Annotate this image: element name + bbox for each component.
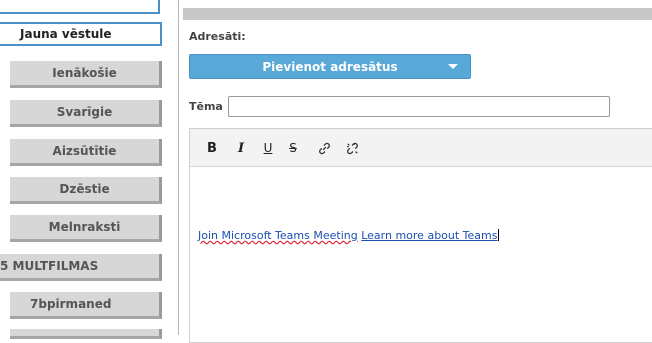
teams-learn-more-link[interactable]: Learn more about Teams xyxy=(361,229,497,242)
sidebar-item-label: Dzēstie xyxy=(59,182,110,196)
new-message-label: Jauna vēstule xyxy=(20,27,112,41)
unlink-icon[interactable] xyxy=(342,138,362,158)
sidebar-item-deleted[interactable]: Dzēstie xyxy=(10,177,162,204)
compose-panel: Adresāti: Pievienot adresātus Tēma B I U… xyxy=(178,0,652,343)
sidebar-item-label: Ienākošie xyxy=(52,66,117,80)
add-recipients-label: Pievienot adresātus xyxy=(262,59,398,74)
link-icon[interactable] xyxy=(314,138,334,158)
chevron-down-icon xyxy=(448,64,458,69)
underline-icon[interactable]: U xyxy=(258,138,278,158)
sidebar-top-tab xyxy=(0,0,160,14)
sidebar-item-partial[interactable] xyxy=(10,329,162,339)
editor-toolbar: B I U S xyxy=(190,129,652,167)
sidebar: Jauna vēstule Ienākošie Svarīgie Aizsūtī… xyxy=(0,0,170,339)
sidebar-item-label: Svarīgie xyxy=(56,105,113,119)
sidebar-item-folder-5-multfilmas[interactable]: 5 MULTFILMAS xyxy=(0,254,162,281)
sidebar-item-important[interactable]: Svarīgie xyxy=(10,100,162,127)
header-bar xyxy=(183,8,652,20)
sidebar-item-label: 7bpirmaned xyxy=(30,297,112,311)
sidebar-item-label: 5 MULTFILMAS xyxy=(0,259,99,273)
recipients-label: Adresāti: xyxy=(189,30,246,43)
new-message-tab[interactable]: Jauna vēstule xyxy=(0,22,162,46)
teams-meeting-link[interactable]: Join Microsoft Teams Meeting xyxy=(198,229,358,242)
bold-icon[interactable]: B xyxy=(202,138,222,158)
sidebar-item-label: Melnraksti xyxy=(48,220,121,234)
sidebar-item-label: Aizsūtītie xyxy=(52,144,117,158)
message-editor[interactable]: B I U S Join Microsoft Teams Meeting Lea… xyxy=(189,128,652,343)
sidebar-item-drafts[interactable]: Melnraksti xyxy=(10,215,162,242)
subject-input[interactable] xyxy=(228,96,610,117)
editor-content[interactable]: Join Microsoft Teams Meeting Learn more … xyxy=(198,229,650,242)
sidebar-item-inbox[interactable]: Ienākošie xyxy=(10,61,162,88)
italic-icon[interactable]: I xyxy=(231,138,251,158)
text-cursor xyxy=(497,229,499,241)
strikethrough-icon[interactable]: S xyxy=(283,138,303,158)
subject-label: Tēma xyxy=(189,100,223,113)
sidebar-item-sent[interactable]: Aizsūtītie xyxy=(10,139,162,166)
add-recipients-dropdown[interactable]: Pievienot adresātus xyxy=(189,54,471,79)
sidebar-item-folder-7bpirmaned[interactable]: 7bpirmaned xyxy=(10,292,162,319)
